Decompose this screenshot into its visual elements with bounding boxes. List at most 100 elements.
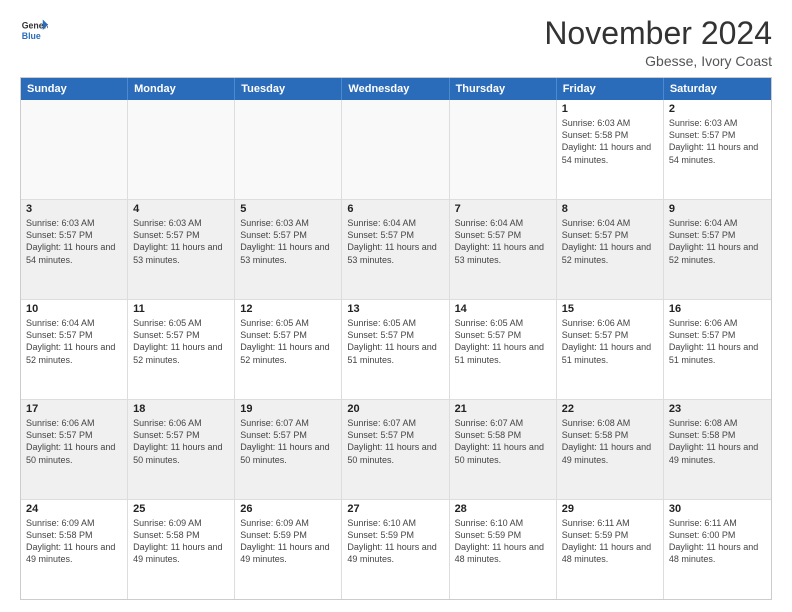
day-info: Sunrise: 6:08 AMSunset: 5:58 PMDaylight:… <box>562 417 658 466</box>
calendar-cell: 20 Sunrise: 6:07 AMSunset: 5:57 PMDayligh… <box>342 400 449 499</box>
day-info: Sunrise: 6:03 AMSunset: 5:57 PMDaylight:… <box>133 217 229 266</box>
day-info: Sunrise: 6:09 AMSunset: 5:58 PMDaylight:… <box>26 517 122 566</box>
weekday-header: Saturday <box>664 78 771 100</box>
day-number: 14 <box>455 303 551 315</box>
calendar-cell: 13 Sunrise: 6:05 AMSunset: 5:57 PMDayligh… <box>342 300 449 399</box>
calendar-cell <box>450 100 557 199</box>
day-info: Sunrise: 6:03 AMSunset: 5:57 PMDaylight:… <box>26 217 122 266</box>
location: Gbesse, Ivory Coast <box>544 53 772 69</box>
day-number: 8 <box>562 203 658 215</box>
day-number: 28 <box>455 503 551 515</box>
calendar-cell: 22Sunrise: 6:08 AMSunset: 5:58 PMDayligh… <box>557 400 664 499</box>
day-info: Sunrise: 6:07 AMSunset: 5:58 PMDaylight:… <box>455 417 551 466</box>
day-number: 15 <box>562 303 658 315</box>
calendar-cell: 19 Sunrise: 6:07 AMSunset: 5:57 PMDayligh… <box>235 400 342 499</box>
day-number: 2 <box>669 103 766 115</box>
weekday-header: Thursday <box>450 78 557 100</box>
weekday-header: Monday <box>128 78 235 100</box>
logo: General Blue <box>20 16 48 44</box>
day-info: Sunrise: 6:11 AMSunset: 5:59 PMDaylight:… <box>562 517 658 566</box>
day-number: 19 <box>240 403 336 415</box>
calendar-cell: 5 Sunrise: 6:03 AMSunset: 5:57 PMDaylight… <box>235 200 342 299</box>
calendar-cell <box>235 100 342 199</box>
calendar-cell: 1 Sunrise: 6:03 AMSunset: 5:58 PMDaylight… <box>557 100 664 199</box>
calendar-cell: 3 Sunrise: 6:03 AMSunset: 5:57 PMDaylight… <box>21 200 128 299</box>
calendar-row: 10Sunrise: 6:04 AMSunset: 5:57 PMDayligh… <box>21 300 771 400</box>
day-number: 6 <box>347 203 443 215</box>
day-number: 3 <box>26 203 122 215</box>
day-number: 23 <box>669 403 766 415</box>
calendar-row: 24 Sunrise: 6:09 AMSunset: 5:58 PMDayligh… <box>21 500 771 599</box>
calendar-row: 1 Sunrise: 6:03 AMSunset: 5:58 PMDaylight… <box>21 100 771 200</box>
day-info: Sunrise: 6:06 AMSunset: 5:57 PMDaylight:… <box>669 317 766 366</box>
calendar-row: 17 Sunrise: 6:06 AMSunset: 5:57 PMDayligh… <box>21 400 771 500</box>
day-number: 16 <box>669 303 766 315</box>
weekday-header: Sunday <box>21 78 128 100</box>
day-number: 30 <box>669 503 766 515</box>
calendar-cell: 26 Sunrise: 6:09 AMSunset: 5:59 PMDayligh… <box>235 500 342 599</box>
weekday-header: Tuesday <box>235 78 342 100</box>
calendar-cell: 14 Sunrise: 6:05 AMSunset: 5:57 PMDayligh… <box>450 300 557 399</box>
day-info: Sunrise: 6:05 AMSunset: 5:57 PMDaylight:… <box>455 317 551 366</box>
day-info: Sunrise: 6:04 AMSunset: 5:57 PMDaylight:… <box>669 217 766 266</box>
weekday-header: Friday <box>557 78 664 100</box>
calendar-cell: 6 Sunrise: 6:04 AMSunset: 5:57 PMDaylight… <box>342 200 449 299</box>
calendar-cell: 2 Sunrise: 6:03 AMSunset: 5:57 PMDaylight… <box>664 100 771 199</box>
day-info: Sunrise: 6:07 AMSunset: 5:57 PMDaylight:… <box>240 417 336 466</box>
calendar-cell: 11Sunrise: 6:05 AMSunset: 5:57 PMDayligh… <box>128 300 235 399</box>
calendar-body: 1 Sunrise: 6:03 AMSunset: 5:58 PMDaylight… <box>21 100 771 599</box>
day-info: Sunrise: 6:06 AMSunset: 5:57 PMDaylight:… <box>26 417 122 466</box>
day-number: 13 <box>347 303 443 315</box>
day-info: Sunrise: 6:05 AMSunset: 5:57 PMDaylight:… <box>240 317 336 366</box>
calendar-cell: 9 Sunrise: 6:04 AMSunset: 5:57 PMDaylight… <box>664 200 771 299</box>
day-info: Sunrise: 6:03 AMSunset: 5:58 PMDaylight:… <box>562 117 658 166</box>
day-number: 18 <box>133 403 229 415</box>
day-info: Sunrise: 6:10 AMSunset: 5:59 PMDaylight:… <box>347 517 443 566</box>
calendar-header: SundayMondayTuesdayWednesdayThursdayFrid… <box>21 78 771 100</box>
day-info: Sunrise: 6:06 AMSunset: 5:57 PMDaylight:… <box>562 317 658 366</box>
day-info: Sunrise: 6:10 AMSunset: 5:59 PMDaylight:… <box>455 517 551 566</box>
calendar-cell: 8 Sunrise: 6:04 AMSunset: 5:57 PMDaylight… <box>557 200 664 299</box>
calendar-cell: 30Sunrise: 6:11 AMSunset: 6:00 PMDayligh… <box>664 500 771 599</box>
day-number: 12 <box>240 303 336 315</box>
logo-icon: General Blue <box>20 16 48 44</box>
calendar-cell: 24 Sunrise: 6:09 AMSunset: 5:58 PMDayligh… <box>21 500 128 599</box>
calendar-cell: 10Sunrise: 6:04 AMSunset: 5:57 PMDayligh… <box>21 300 128 399</box>
day-number: 24 <box>26 503 122 515</box>
calendar-cell: 23 Sunrise: 6:08 AMSunset: 5:58 PMDayligh… <box>664 400 771 499</box>
calendar-cell: 18 Sunrise: 6:06 AMSunset: 5:57 PMDayligh… <box>128 400 235 499</box>
month-title: November 2024 <box>544 16 772 51</box>
day-info: Sunrise: 6:05 AMSunset: 5:57 PMDaylight:… <box>133 317 229 366</box>
day-number: 5 <box>240 203 336 215</box>
day-number: 17 <box>26 403 122 415</box>
day-number: 1 <box>562 103 658 115</box>
svg-text:Blue: Blue <box>22 31 41 41</box>
day-number: 21 <box>455 403 551 415</box>
day-info: Sunrise: 6:08 AMSunset: 5:58 PMDaylight:… <box>669 417 766 466</box>
day-info: Sunrise: 6:07 AMSunset: 5:57 PMDaylight:… <box>347 417 443 466</box>
day-number: 9 <box>669 203 766 215</box>
day-number: 20 <box>347 403 443 415</box>
day-number: 29 <box>562 503 658 515</box>
day-info: Sunrise: 6:06 AMSunset: 5:57 PMDaylight:… <box>133 417 229 466</box>
day-info: Sunrise: 6:03 AMSunset: 5:57 PMDaylight:… <box>240 217 336 266</box>
day-number: 27 <box>347 503 443 515</box>
calendar-cell: 7 Sunrise: 6:04 AMSunset: 5:57 PMDaylight… <box>450 200 557 299</box>
calendar-cell: 25Sunrise: 6:09 AMSunset: 5:58 PMDayligh… <box>128 500 235 599</box>
day-info: Sunrise: 6:09 AMSunset: 5:59 PMDaylight:… <box>240 517 336 566</box>
day-info: Sunrise: 6:04 AMSunset: 5:57 PMDaylight:… <box>347 217 443 266</box>
day-number: 7 <box>455 203 551 215</box>
day-info: Sunrise: 6:09 AMSunset: 5:58 PMDaylight:… <box>133 517 229 566</box>
calendar-cell <box>342 100 449 199</box>
weekday-header: Wednesday <box>342 78 449 100</box>
day-info: Sunrise: 6:04 AMSunset: 5:57 PMDaylight:… <box>455 217 551 266</box>
day-info: Sunrise: 6:03 AMSunset: 5:57 PMDaylight:… <box>669 117 766 166</box>
day-info: Sunrise: 6:05 AMSunset: 5:57 PMDaylight:… <box>347 317 443 366</box>
calendar-cell: 4Sunrise: 6:03 AMSunset: 5:57 PMDaylight… <box>128 200 235 299</box>
calendar-cell: 21 Sunrise: 6:07 AMSunset: 5:58 PMDayligh… <box>450 400 557 499</box>
calendar-cell: 12 Sunrise: 6:05 AMSunset: 5:57 PMDayligh… <box>235 300 342 399</box>
day-info: Sunrise: 6:04 AMSunset: 5:57 PMDaylight:… <box>562 217 658 266</box>
calendar-cell: 15 Sunrise: 6:06 AMSunset: 5:57 PMDayligh… <box>557 300 664 399</box>
day-number: 26 <box>240 503 336 515</box>
day-info: Sunrise: 6:04 AMSunset: 5:57 PMDaylight:… <box>26 317 122 366</box>
